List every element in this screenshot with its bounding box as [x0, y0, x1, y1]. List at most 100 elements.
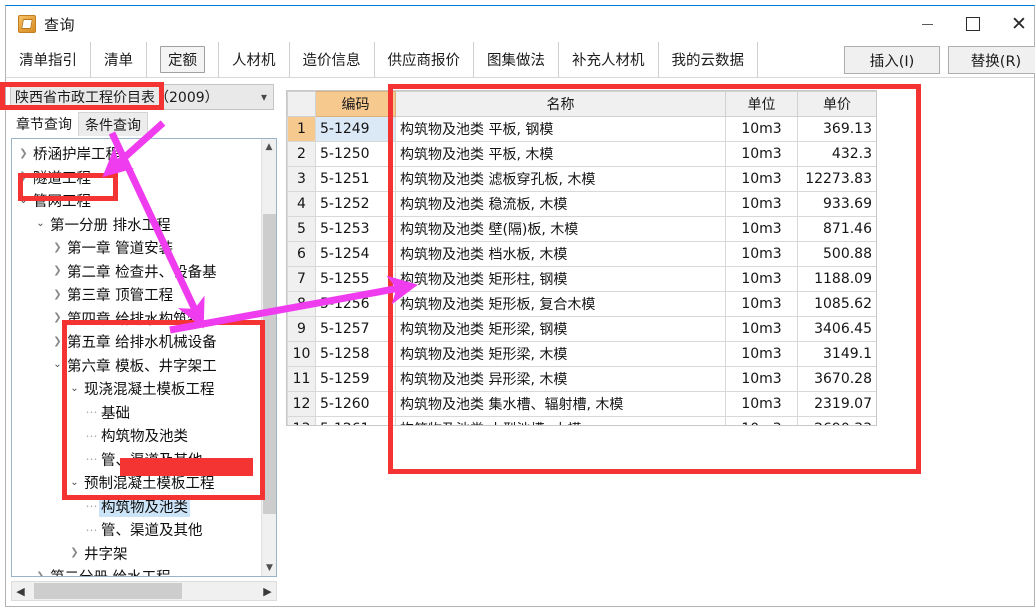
title-bar: 查询 ✕ [6, 6, 1034, 42]
minimize-button[interactable] [904, 6, 950, 42]
insert-button[interactable]: 插入(I) [844, 46, 940, 74]
chevron-down-icon[interactable]: ▾ [261, 85, 267, 109]
tree-node-label: 第四章 给排水构筑物 [67, 311, 203, 328]
price-catalog-dropdown[interactable]: 陕西省市政工程价目表（2009） ▾ [10, 84, 274, 110]
tree-node[interactable]: ⌄ 管网工程 [12, 189, 261, 213]
tree-horizontal-scrollbar[interactable]: ◀ ▶ [11, 581, 277, 601]
tab-qingdan[interactable]: 清单 [91, 42, 147, 77]
tree-node[interactable]: ⌄ 现浇混凝土模板工程 [12, 377, 261, 401]
col-rownum[interactable] [287, 91, 316, 117]
tree-node[interactable]: ❯ 第一章 管道安装 [12, 236, 261, 260]
cell-price: 933.69 [797, 191, 876, 217]
table-row[interactable]: 8 5-1256 构筑物及池类 矩形板, 复合木模 10m3 1085.62 [287, 291, 876, 317]
tree-node-label: 基础 [101, 405, 130, 422]
maximize-button[interactable] [950, 6, 996, 42]
table-header-row: 编码 名称 单位 单价 [287, 91, 876, 117]
tree-node[interactable]: ❯ 桥涵护岸工程 [12, 142, 261, 166]
cell-unit: 10m3 [725, 316, 798, 342]
tree-hscroll-thumb[interactable] [34, 583, 182, 599]
chevron-down-icon[interactable]: ⌄ [16, 195, 31, 206]
tree-node[interactable]: ⌄ 第一分册 排水工程 [12, 213, 261, 237]
scroll-up-icon[interactable]: ▲ [262, 139, 276, 155]
tree-node[interactable]: ⋯ 构筑物及池类 [12, 424, 261, 448]
chevron-right-icon[interactable]: ❯ [67, 548, 82, 558]
chevron-right-icon[interactable]: ❯ [50, 242, 65, 253]
chevron-right-icon[interactable]: ❯ [50, 289, 65, 300]
chevron-down-icon[interactable]: ⌄ [50, 360, 65, 370]
tab-label: 供应商报价 [387, 53, 461, 69]
tree-leaf-connector-icon: ⋯ [85, 452, 98, 467]
table-row[interactable]: 11 5-1259 构筑物及池类 异形梁, 木模 10m3 3670.28 [287, 366, 876, 392]
table-row[interactable]: 10 5-1258 构筑物及池类 矩形梁, 木模 10m3 3149.1 [287, 341, 876, 367]
table-row[interactable]: 6 5-1254 构筑物及池类 档水板, 木模 10m3 500.88 [287, 241, 876, 267]
cell-unit: 10m3 [725, 116, 798, 142]
table-row[interactable]: 9 5-1257 构筑物及池类 矩形梁, 钢模 10m3 3406.45 [287, 316, 876, 342]
tree-node[interactable]: ❯ 井字架 [12, 542, 261, 566]
subtab-chapter-query[interactable]: 章节查询 [10, 112, 78, 136]
tree-node[interactable]: ❯ 第五章 给排水机械设备 [12, 330, 261, 354]
screenshot-root: 查询 ✕ 清单指引 清单 定额 人材机 造价信息 供应商报价 图集做法 补充人材… [0, 0, 1035, 607]
tree-vertical-scrollbar[interactable]: ▲ ▼ [261, 139, 276, 576]
cell-code: 5-1260 [315, 391, 396, 417]
tree-node[interactable]: ❯ 隧道工程 [12, 166, 261, 190]
cell-price: 871.46 [797, 216, 876, 242]
chevron-down-icon[interactable]: ⌄ [67, 383, 82, 394]
tree-node[interactable]: ❯ 第二章 检查井、设备基 [12, 260, 261, 284]
tab-gongyingshangbaojia[interactable]: 供应商报价 [375, 42, 474, 77]
chevron-down-icon[interactable]: ⌄ [33, 219, 48, 229]
cell-code: 5-1252 [315, 191, 396, 217]
cell-code: 5-1256 [315, 291, 396, 317]
cell-price: 1085.62 [797, 291, 876, 317]
close-button[interactable]: ✕ [996, 6, 1035, 42]
chevron-right-icon[interactable]: ❯ [16, 148, 31, 159]
chevron-down-icon[interactable]: ⌄ [67, 477, 82, 488]
cell-code: 5-1259 [315, 366, 396, 392]
tab-buchongrencaiji[interactable]: 补充人材机 [559, 42, 659, 77]
table-row[interactable]: 135-1261构筑物及池类 小型池槽, 木模10m32690.33 [287, 416, 876, 425]
table-row[interactable]: 4 5-1252 构筑物及池类 稳流板, 木模 10m3 933.69 [287, 191, 876, 217]
chevron-right-icon[interactable]: ❯ [16, 172, 31, 182]
col-name[interactable]: 名称 [395, 91, 726, 117]
tab-dinge[interactable]: 定额 [147, 42, 219, 77]
tree-node[interactable]: ⋯ 构筑物及池类 [12, 495, 261, 519]
cell-name: 构筑物及池类 矩形柱, 钢模 [395, 266, 726, 292]
cell-unit: 10m3 [725, 266, 798, 292]
chevron-right-icon[interactable]: ❯ [50, 336, 65, 347]
tree-node[interactable]: ❯第二分册 给水工程 [12, 565, 261, 576]
tree-node-label: 隧道工程 [33, 170, 91, 187]
table-row[interactable]: 7 5-1255 构筑物及池类 矩形柱, 钢模 10m3 1188.09 [287, 266, 876, 292]
tree-node[interactable]: ❯ 第四章 给排水构筑物 [12, 307, 261, 331]
chevron-right-icon[interactable]: ❯ [33, 571, 48, 576]
table-row[interactable]: 2 5-1250 构筑物及池类 平板, 木模 10m3 432.3 [287, 141, 876, 167]
tree-node[interactable]: ❯ 第三章 顶管工程 [12, 283, 261, 307]
table-row[interactable]: 1 5-1249 构筑物及池类 平板, 钢模 10m3 369.13 [287, 116, 876, 142]
tab-qingdanzhiyin[interactable]: 清单指引 [6, 42, 91, 77]
scroll-down-icon[interactable]: ▼ [262, 560, 276, 576]
chevron-right-icon[interactable]: ❯ [50, 313, 65, 323]
tree-node-label: 第一章 管道安装 [67, 241, 174, 258]
col-price[interactable]: 单价 [797, 91, 876, 117]
tree-scroll-thumb[interactable] [263, 214, 276, 514]
tree-node[interactable]: ⋯ 基础 [12, 401, 261, 425]
col-code[interactable]: 编码 [315, 91, 396, 117]
tab-tujizuofa[interactable]: 图集做法 [474, 42, 559, 77]
scroll-left-icon[interactable]: ◀ [12, 585, 29, 598]
tree-leaf-connector-icon: ⋯ [85, 428, 98, 443]
subtab-condition-query[interactable]: 条件查询 [78, 112, 148, 136]
chevron-right-icon[interactable]: ❯ [50, 266, 65, 276]
table-row[interactable]: 5 5-1253 构筑物及池类 壁(隔)板, 木模 10m3 871.46 [287, 216, 876, 242]
tab-wodeyunshuju[interactable]: 我的云数据 [659, 42, 758, 77]
table-row[interactable]: 3 5-1251 构筑物及池类 滤板穿孔板, 木模 10m3 12273.83 [287, 166, 876, 192]
cell-unit: 10m3 [725, 241, 798, 267]
tab-zaojiaxinxi[interactable]: 造价信息 [290, 42, 375, 77]
col-unit[interactable]: 单位 [725, 91, 798, 117]
cell-unit: 10m3 [725, 391, 798, 417]
tab-rencaiji[interactable]: 人材机 [219, 42, 290, 77]
tab-label: 清单 [104, 53, 133, 69]
tree-node[interactable]: ⌄ 第六章 模板、井字架工 [12, 354, 261, 378]
tree-node[interactable]: ⋯管、渠道及其他 [12, 518, 261, 542]
table-row[interactable]: 12 5-1260 构筑物及池类 集水槽、辐射槽, 木模 10m3 2319.07 [287, 391, 876, 417]
replace-button[interactable]: 替换(R) [948, 46, 1035, 74]
scroll-right-icon[interactable]: ▶ [259, 585, 276, 598]
tab-label: 我的云数据 [671, 53, 745, 69]
